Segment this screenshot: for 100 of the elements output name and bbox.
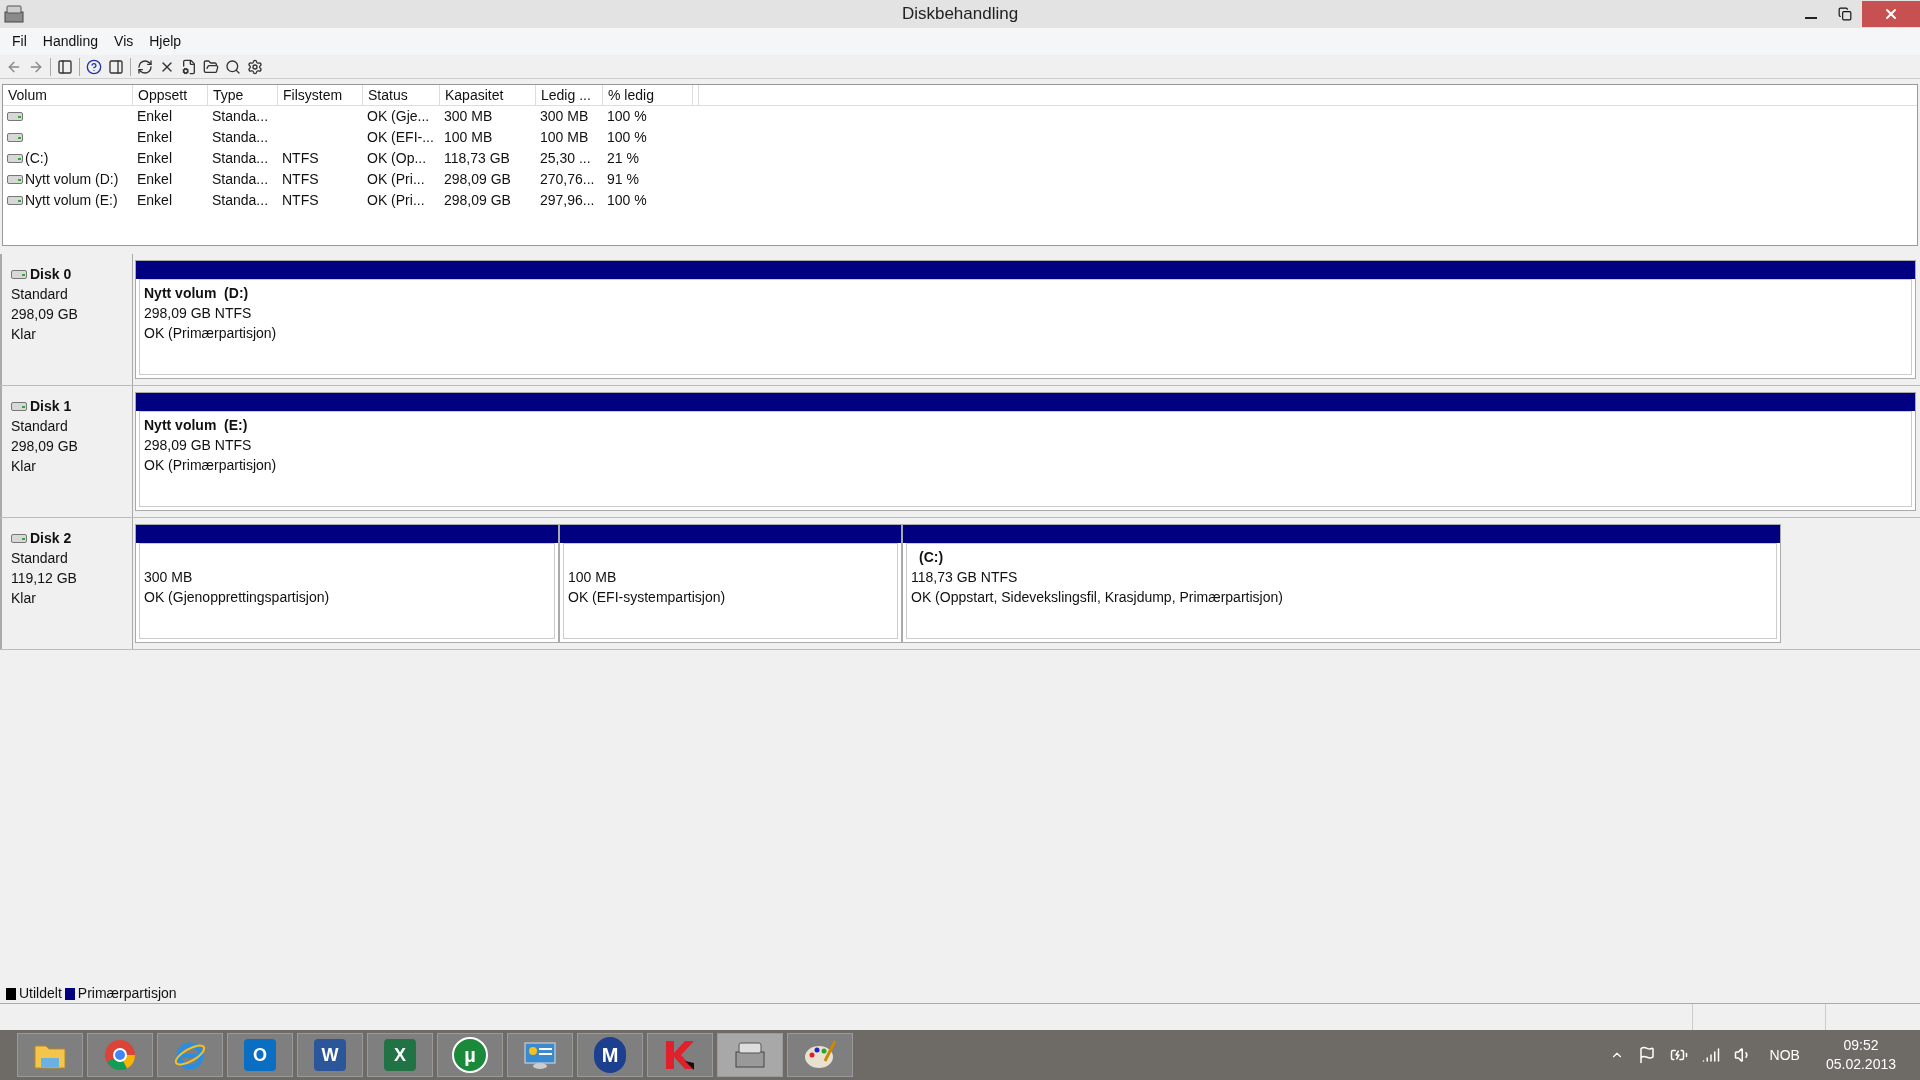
minimize-icon (1805, 17, 1817, 19)
column-header[interactable]: Ledig ... (536, 85, 603, 105)
close-button[interactable] (1862, 1, 1920, 27)
partition-size: 298,09 GB NTFS (144, 436, 253, 455)
help-icon[interactable] (86, 58, 102, 75)
partition-block[interactable]: (C:) 118,73 GB NTFS OK (Oppstart, Sidevekslingsfil, Krasjdump, Primærpartisjon) (902, 524, 1781, 643)
disk-tools-icon (733, 1040, 767, 1070)
volume-icon (7, 175, 23, 184)
table-cell-text: Standa... (212, 107, 269, 126)
table-cell-text: Standa... (212, 191, 269, 210)
close-icon (1883, 6, 1899, 22)
partition-block[interactable]: Nytt volum (E:) 298,09 GB NTFS OK (Primærpartisjon) (135, 392, 1916, 511)
table-cell-text: Nytt volum (D:) (25, 170, 119, 189)
flag-icon[interactable] (1637, 1046, 1656, 1064)
table-cell-text: 118,73 GB (444, 149, 510, 168)
table-cell-text: 300 MB (540, 107, 589, 126)
clock[interactable]: 09:52 05.02.2013 (1825, 1036, 1896, 1074)
panel-icon[interactable] (108, 58, 124, 75)
refresh-icon[interactable] (137, 58, 153, 75)
partition-status: OK (Primærpartisjon) (144, 456, 278, 475)
column-header[interactable]: Type (208, 85, 278, 105)
table-cell-text: OK (Gje... (367, 107, 430, 126)
table-cell-text: 298,09 GB (444, 170, 511, 189)
disk-app-icon (4, 5, 24, 23)
table-cell-text: 100 % (607, 107, 647, 126)
search-icon[interactable] (225, 58, 241, 75)
table-cell-text: OK (Pri... (367, 170, 425, 189)
disk-name: Disk 2 (30, 529, 72, 548)
taskbar-button[interactable] (787, 1033, 853, 1077)
disk-type: Standard (11, 417, 69, 436)
folder-icon[interactable] (203, 58, 219, 75)
table-cell-text: NTFS (282, 191, 319, 210)
column-header[interactable]: Filsystem (278, 85, 363, 105)
table-cell-text: Nytt volum (E:) (25, 191, 118, 210)
taskbar-button[interactable]: µ (437, 1033, 503, 1077)
table-cell-text: Standa... (212, 149, 269, 168)
taskbar-button[interactable] (717, 1033, 783, 1077)
word-app-icon: W (314, 1039, 346, 1071)
taskbar-button[interactable]: M (577, 1033, 643, 1077)
settings-icon[interactable] (247, 58, 263, 75)
torrent-app-icon: µ (452, 1037, 488, 1073)
partition-block[interactable]: 100 MB OK (EFI-systempartisjon) (559, 524, 902, 643)
table-cell-text: OK (EFI-... (367, 128, 434, 147)
partition-block[interactable]: 300 MB OK (Gjenopprettingspartisjon) (135, 524, 559, 643)
taskbar-button[interactable]: O (227, 1033, 293, 1077)
table-cell-text: (C:) (25, 149, 49, 168)
partition-status: OK (EFI-systempartisjon) (568, 588, 727, 607)
table-cell-text: 21 % (607, 149, 639, 168)
column-header[interactable]: Kapasitet (440, 85, 536, 105)
table-cell-text: 100 MB (540, 128, 589, 147)
partition-status: OK (Primærpartisjon) (144, 324, 278, 343)
legend-label: Utildelt (19, 984, 62, 1003)
outlook-app-icon: O (244, 1039, 276, 1071)
table-cell-text: OK (Pri... (367, 191, 425, 210)
signal-icon[interactable] (1701, 1046, 1720, 1064)
partition-title: Nytt volum (D:) (144, 284, 250, 303)
partition-size: 100 MB (568, 568, 618, 587)
taskbar-button[interactable] (87, 1033, 153, 1077)
control-panel-icon (523, 1040, 557, 1070)
menu-item[interactable]: Handling (34, 31, 107, 52)
table-cell-text: Enkel (137, 170, 173, 189)
language-indicator[interactable]: NOB (1769, 1044, 1800, 1066)
column-header[interactable]: Volum (3, 85, 133, 105)
table-cell-text: 100 % (607, 191, 647, 210)
volume-icon (7, 112, 23, 121)
volume-icon (7, 133, 23, 142)
disk-size: 119,12 GB (11, 569, 78, 588)
disk-state: Klar (11, 589, 37, 608)
table-cell-text: Enkel (137, 128, 173, 147)
table-cell-text: Standa... (212, 128, 269, 147)
palette-icon (803, 1039, 837, 1071)
volume-icon (7, 196, 23, 205)
menu-item[interactable]: Vis (106, 31, 142, 52)
partition-size: 298,09 GB NTFS (144, 304, 253, 323)
menu-item[interactable]: Hjelp (141, 31, 190, 52)
column-header[interactable]: Oppsett (133, 85, 208, 105)
table-cell-text: 100 MB (444, 128, 493, 147)
partition-title: Nytt volum (E:) (144, 416, 249, 435)
taskbar-button[interactable]: W (297, 1033, 363, 1077)
column-header[interactable]: % ledig (603, 85, 693, 105)
partition-size: 118,73 GB NTFS (911, 568, 1019, 587)
taskbar-button[interactable]: X (367, 1033, 433, 1077)
partition-block[interactable]: Nytt volum (D:) 298,09 GB NTFS OK (Primærpartisjon) (135, 260, 1916, 379)
table-cell-text: 100 % (607, 128, 647, 147)
table-cell-text: Standa... (212, 170, 269, 189)
shield-k-logo-icon (663, 1039, 697, 1071)
disk-type: Standard (11, 285, 69, 304)
table-cell-text: Enkel (137, 107, 173, 126)
legend-label: Primærpartisjon (77, 984, 177, 1003)
partition-status: OK (Gjenopprettingspartisjon) (144, 588, 331, 607)
excel-app-icon: X (384, 1039, 416, 1071)
column-header[interactable]: Status (363, 85, 440, 105)
partition-size: 300 MB (144, 568, 194, 587)
restore-icon (1838, 7, 1852, 21)
table-cell-text: 91 % (607, 170, 639, 189)
partition-title: (C:) (918, 548, 945, 567)
m-app-icon: M (594, 1037, 626, 1073)
disk-name: Disk 0 (30, 265, 72, 284)
menu-item[interactable]: Fil (4, 31, 35, 52)
panel-icon[interactable] (57, 58, 73, 75)
